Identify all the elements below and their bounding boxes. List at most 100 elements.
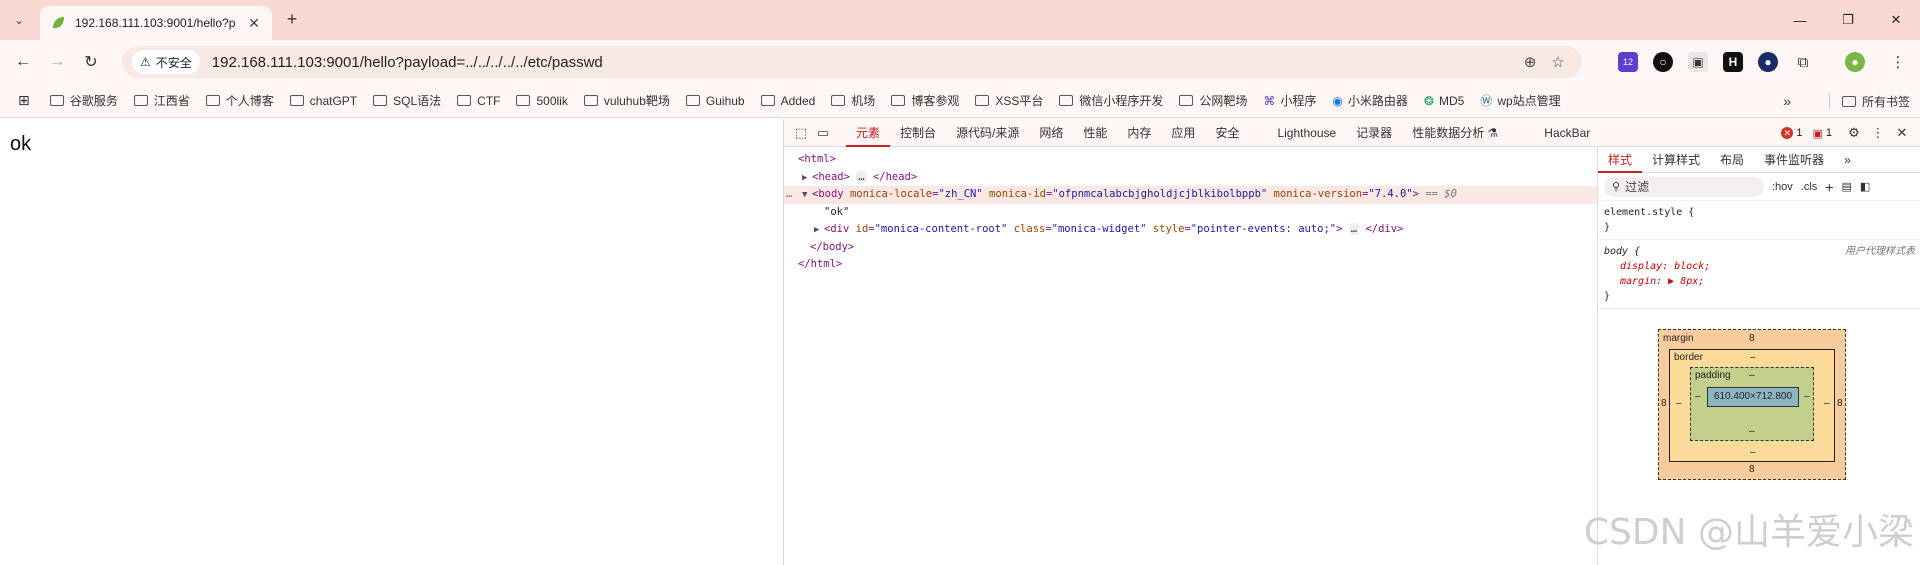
devtools-tab[interactable]: 性能 [1073,119,1117,147]
collapse-triangle-icon[interactable]: ▼ [802,187,812,205]
bookmark-item[interactable]: 谷歌服务 [49,92,118,109]
monica-extension-icon[interactable]: ● [1758,52,1778,72]
dom-node-html-close[interactable]: </html> [784,256,1597,274]
styles-subtab[interactable]: 样式 [1598,147,1643,173]
devtools-tab[interactable]: Lighthouse [1267,119,1346,147]
paint-icon[interactable]: ▤ [1841,180,1851,193]
css-declaration[interactable]: display: block; [1604,259,1915,274]
padding-bottom-value[interactable]: – [1749,426,1755,437]
border-top-value[interactable]: – [1750,352,1756,363]
reload-button[interactable]: ↻ [80,51,102,73]
bookmarks-overflow-icon[interactable]: » [1783,93,1791,109]
margin-left-value[interactable]: 8 [1661,398,1667,409]
device-toolbar-icon[interactable]: ▭ [812,125,834,141]
bookmark-item[interactable]: Ⓦwp站点管理 [1480,92,1560,109]
dom-node-head[interactable]: ▶ <head> … </head> [784,169,1597,187]
bookmark-item[interactable]: 博客参观 [891,92,959,109]
bookmark-item[interactable]: Added [760,94,815,108]
extension-badge-icon[interactable]: 12 [1618,52,1638,72]
tab-search-button[interactable]: ⌄ [8,9,30,31]
ellipsis-icon[interactable]: … [1348,223,1360,235]
element-style-rule[interactable]: element.style { } [1598,201,1920,240]
body-ua-rule[interactable]: body { 用户代理样式表 display: block; margin: ▶… [1598,240,1920,309]
error-badge[interactable]: ✕ 1 [1781,127,1802,139]
dom-node-body-close[interactable]: </body> [784,239,1597,257]
border-right-value[interactable]: – [1824,398,1830,409]
hov-button[interactable]: :hov [1772,181,1793,193]
bookmark-star-icon[interactable]: ☆ [1544,53,1572,71]
inspect-element-icon[interactable]: ⬚ [790,125,812,141]
margin-top-value[interactable]: 8 [1749,333,1755,344]
menu-kebab-icon[interactable]: ⋮ [1888,52,1908,72]
devtools-tab[interactable]: 应用 [1161,119,1205,147]
hackbar-extension-icon[interactable]: H [1723,52,1743,72]
image-extension-icon[interactable]: ▣ [1688,52,1708,72]
devtools-tab[interactable]: 内存 [1117,119,1161,147]
devtools-tab[interactable]: 控制台 [890,119,946,147]
devtools-tab[interactable]: 性能数据分析 ⚗ [1402,119,1508,147]
toggle-sidebar-icon[interactable]: ◧ [1860,180,1870,193]
new-tab-button[interactable]: + [282,10,302,30]
bookmark-item[interactable]: Guihub [685,94,745,108]
bookmark-item[interactable]: 微信小程序开发 [1059,92,1163,109]
bookmark-item[interactable]: 个人博客 [205,92,274,109]
bookmark-item[interactable]: 500lik [516,94,568,108]
profile-avatar[interactable]: ● [1845,52,1865,72]
close-devtools-icon[interactable]: ✕ [1890,125,1914,141]
message-badge[interactable]: ▣ 1 [1812,127,1832,140]
bookmark-item[interactable]: 江西省 [133,92,190,109]
styles-filter-input[interactable]: ⚲ 过滤 [1604,176,1764,197]
bookmark-item[interactable]: ⌘ 小程序 [1263,92,1316,109]
expand-triangle-icon[interactable]: ▶ [814,222,824,240]
bookmark-item[interactable]: ❂ MD5 [1424,94,1464,108]
back-button[interactable]: ← [12,51,34,73]
styles-subtab[interactable]: » [1834,147,1861,173]
bookmark-item[interactable]: XSS平台 [975,92,1043,109]
zoom-icon[interactable]: ⊕ [1516,53,1544,71]
settings-gear-icon[interactable]: ⚙ [1842,125,1866,141]
url-text[interactable]: 192.168.111.103:9001/hello?payload=../..… [212,54,1516,71]
devtools-tab[interactable]: HackBar [1534,119,1600,147]
styles-subtab[interactable]: 计算样式 [1642,147,1710,173]
extensions-puzzle-icon[interactable]: ⧉ [1793,52,1813,72]
browser-tab[interactable]: 192.168.111.103:9001/hello?p ✕ [40,6,272,40]
devtools-tab[interactable]: 记录器 [1346,119,1402,147]
padding-right-value[interactable]: – [1804,391,1810,402]
cls-button[interactable]: .cls [1801,181,1818,193]
bookmark-item[interactable]: chatGPT [289,94,357,108]
styles-subtab[interactable]: 事件监听器 [1754,147,1834,173]
devtools-tab[interactable]: 网络 [1029,119,1073,147]
forward-button[interactable]: → [46,51,68,73]
bookmark-item[interactable]: SQL语法 [373,92,441,109]
box-model-content[interactable]: 610.400×712.800 [1707,387,1799,407]
dom-node-html[interactable]: <html> [784,151,1597,169]
apps-grid-icon[interactable]: ⊞ [18,92,30,109]
margin-right-value[interactable]: 8 [1837,398,1843,409]
security-chip[interactable]: ⚠ 不安全 [132,50,200,74]
dom-node-body-selected[interactable]: … ▼ <body monica-locale="zh_CN" monica-id=… [784,186,1597,204]
margin-bottom-value[interactable]: 8 [1749,464,1755,475]
dom-node-div[interactable]: ▶ <div id="monica-content-root" class="mo… [784,221,1597,239]
bookmark-item[interactable]: 公网靶场 [1179,92,1247,109]
devtools-menu-icon[interactable]: ⋮ [1866,125,1890,141]
bookmark-item[interactable]: CTF [457,94,500,108]
all-bookmarks-button[interactable]: 所有书签 [1841,93,1910,110]
minimize-button[interactable]: — [1776,0,1824,40]
circle-extension-icon[interactable]: ○ [1653,52,1673,72]
bookmark-item[interactable]: vuluhub靶场 [583,92,670,109]
padding-left-value[interactable]: – [1695,391,1701,402]
css-declaration[interactable]: margin: ▶ 8px; [1604,274,1915,289]
border-left-value[interactable]: – [1676,398,1682,409]
address-bar[interactable]: ⚠ 不安全 192.168.111.103:9001/hello?payload… [122,46,1582,78]
tab-close-icon[interactable]: ✕ [246,15,262,32]
devtools-tab[interactable]: 安全 [1205,119,1249,147]
border-bottom-value[interactable]: – [1750,447,1756,458]
close-window-button[interactable]: ✕ [1872,0,1920,40]
ellipsis-icon[interactable]: … [856,170,867,183]
expand-triangle-icon[interactable]: ▶ [802,170,812,188]
new-rule-plus-icon[interactable]: + [1825,179,1833,195]
bookmark-item[interactable]: ◉ 小米路由器 [1332,92,1408,109]
restore-button[interactable]: ❐ [1824,0,1872,40]
dom-text-node[interactable]: "ok" [784,204,1597,222]
devtools-tab[interactable]: 元素 [846,119,891,147]
